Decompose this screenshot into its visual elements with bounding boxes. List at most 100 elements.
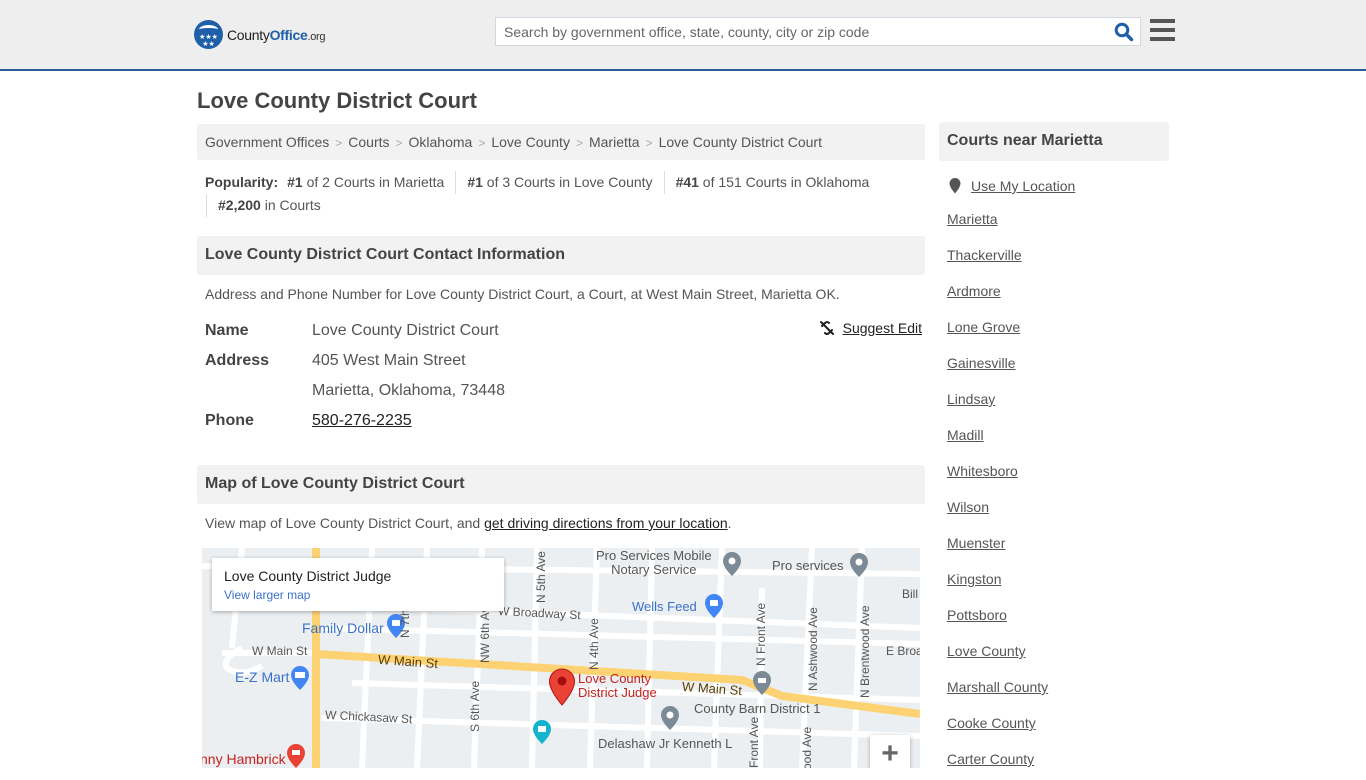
map-street-w-main-left: W Main St	[252, 644, 308, 658]
search-button[interactable]	[1114, 22, 1134, 42]
use-my-location-link[interactable]: Use My Location	[971, 178, 1075, 194]
nearby-link-muenster[interactable]: Muenster	[947, 535, 1005, 551]
nearby-link-madill[interactable]: Madill	[947, 427, 984, 443]
nearby-link-gainesville[interactable]: Gainesville	[947, 355, 1015, 371]
address-row-2: Marietta, Oklahoma, 73448	[205, 376, 925, 406]
contact-description: Address and Phone Number for Love County…	[205, 286, 840, 302]
map-poi-pro-services-mobile: Pro Services Mobile Notary Service	[596, 548, 712, 577]
broken-link-icon	[819, 321, 834, 335]
map-poi-bill: Bill	[902, 587, 919, 601]
hamburger-menu-icon[interactable]	[1150, 19, 1175, 41]
map-street-ashwood-bottom: ood Ave	[800, 726, 814, 768]
list-item: Muenster	[939, 528, 1169, 564]
breadcrumb: Government Offices > Courts > Oklahoma > Love …	[197, 124, 925, 160]
address-line1: 405 West Main Street	[312, 352, 466, 369]
breadcrumb-separator: >	[395, 136, 403, 150]
embedded-map[interactable]: Family Dollar W Main St W Main St E-Z Ma…	[202, 548, 920, 768]
list-item: Marietta	[939, 204, 1169, 240]
suggest-edit-link[interactable]: Suggest Edit	[819, 320, 922, 336]
nearby-link-marietta[interactable]: Marietta	[947, 211, 998, 227]
contact-section-heading: Love County District Court Contact Infor…	[197, 236, 925, 275]
list-item: Ardmore	[939, 276, 1169, 312]
nearby-link-love-county[interactable]: Love County	[947, 643, 1026, 659]
map-street-n-4th: N 4th Ave	[587, 618, 601, 670]
map-street-n-ashwood: N Ashwood Ave	[806, 607, 820, 691]
address-row: Address 405 West Main Street	[205, 346, 925, 376]
view-larger-map-link[interactable]: View larger map	[224, 588, 492, 602]
map-section-heading: Map of Love County District Court	[197, 465, 925, 504]
site-logo[interactable]: ★★★ ★★ CountyOffice.org	[194, 20, 326, 49]
nearby-link-ardmore[interactable]: Ardmore	[947, 283, 1001, 299]
logo-wordmark: CountyOffice.org	[227, 26, 326, 43]
nearby-link-cooke-county[interactable]: Cooke County	[947, 715, 1036, 731]
contact-info-table: Suggest Edit Name Love County District C…	[205, 316, 925, 436]
nearby-link-wilson[interactable]: Wilson	[947, 499, 989, 515]
breadcrumb-separator: >	[335, 136, 343, 150]
name-row: Name Love County District Court	[205, 316, 925, 346]
breadcrumb-oklahoma[interactable]: Oklahoma	[409, 134, 473, 150]
nearby-link-marshall-county[interactable]: Marshall County	[947, 679, 1048, 695]
breadcrumb-marietta[interactable]: Marietta	[589, 134, 640, 150]
popularity-ranking: Popularity: #1 of 2 Courts in Marietta #1 …	[205, 171, 925, 217]
map-info-card: Love County District Judge View larger m…	[212, 558, 504, 611]
map-street-s-6th: S 6th Ave	[468, 680, 482, 732]
breadcrumb-separator: >	[575, 136, 583, 150]
map-zoom-in-button[interactable]: +	[870, 735, 910, 768]
breadcrumb-separator: >	[645, 136, 653, 150]
map-street-n-brentwood: N Brentwood Ave	[858, 605, 872, 698]
name-label: Name	[205, 322, 249, 339]
shopping-pin-icon	[705, 594, 723, 618]
popularity-rank-national: #2,200 in Courts	[206, 194, 332, 217]
list-item: Pottsboro	[939, 600, 1169, 636]
page-title: Love County District Court	[197, 88, 477, 113]
list-item: Lindsay	[939, 384, 1169, 420]
map-poi-wells-feed: Wells Feed	[632, 599, 697, 614]
list-item: Cooke County	[939, 708, 1169, 744]
list-item: Wilson	[939, 492, 1169, 528]
breadcrumb-government-offices[interactable]: Government Offices	[205, 134, 329, 150]
phone-row: Phone 580-276-2235	[205, 406, 925, 436]
list-item: Whitesboro	[939, 456, 1169, 492]
map-marker-label: Love County District Judge	[578, 671, 657, 700]
address-line2: Marietta, Oklahoma, 73448	[312, 382, 505, 399]
breadcrumb-love-county[interactable]: Love County	[491, 134, 570, 150]
nearby-link-kingston[interactable]: Kingston	[947, 571, 1001, 587]
eagle-logo-icon: ★★★ ★★	[194, 20, 223, 49]
nearby-link-whitesboro[interactable]: Whitesboro	[947, 463, 1018, 479]
nearby-link-lone-grove[interactable]: Lone Grove	[947, 319, 1020, 335]
name-value: Love County District Court	[312, 322, 499, 339]
driving-directions-link[interactable]: get driving directions from your locatio…	[484, 515, 728, 531]
map-street-n-front: N Front Ave	[754, 602, 768, 666]
popularity-rank-city: #1 of 2 Courts in Marietta	[287, 174, 445, 190]
search-input[interactable]	[496, 18, 1106, 45]
map-description: View map of Love County District Court, …	[205, 515, 732, 531]
list-item: Lone Grove	[939, 312, 1169, 348]
search-box	[495, 17, 1141, 46]
map-street-e-broadway: E Broa	[886, 644, 920, 658]
search-icon	[1114, 22, 1134, 42]
map-poi-pro-services: Pro services	[772, 558, 844, 573]
nearby-courts-list: Marietta Thackerville Ardmore Lone Grove…	[939, 204, 1169, 780]
nearby-link-thackerville[interactable]: Thackerville	[947, 247, 1022, 263]
address-label: Address	[205, 352, 270, 369]
sidebar-heading: Courts near Marietta	[939, 122, 1169, 161]
list-item: Thackerville	[939, 240, 1169, 276]
breadcrumb-separator: >	[478, 136, 486, 150]
map-pin-icon	[661, 706, 679, 730]
map-poi-delashaw: Delashaw Jr Kenneth L	[598, 736, 733, 751]
museum-pin-icon	[533, 720, 551, 744]
breadcrumb-courts[interactable]: Courts	[348, 134, 389, 150]
restaurant-pin-icon	[287, 744, 305, 768]
use-my-location: Use My Location	[939, 178, 1169, 194]
map-poi-ez-mart: E-Z Mart	[235, 669, 290, 685]
nearby-link-pottsboro[interactable]: Pottsboro	[947, 607, 1007, 623]
map-street-n-5th: N 5th Ave	[534, 551, 548, 603]
popularity-rank-state: #41 of 151 Courts in Oklahoma	[663, 171, 881, 194]
selected-location-marker-icon[interactable]	[548, 668, 576, 706]
government-pin-icon	[753, 671, 771, 695]
nearby-link-carter-county[interactable]: Carter County	[947, 751, 1034, 767]
list-item: Gainesville	[939, 348, 1169, 384]
popularity-rank-county: #1 of 3 Courts in Love County	[455, 171, 663, 194]
phone-link[interactable]: 580-276-2235	[312, 412, 412, 429]
nearby-link-lindsay[interactable]: Lindsay	[947, 391, 995, 407]
